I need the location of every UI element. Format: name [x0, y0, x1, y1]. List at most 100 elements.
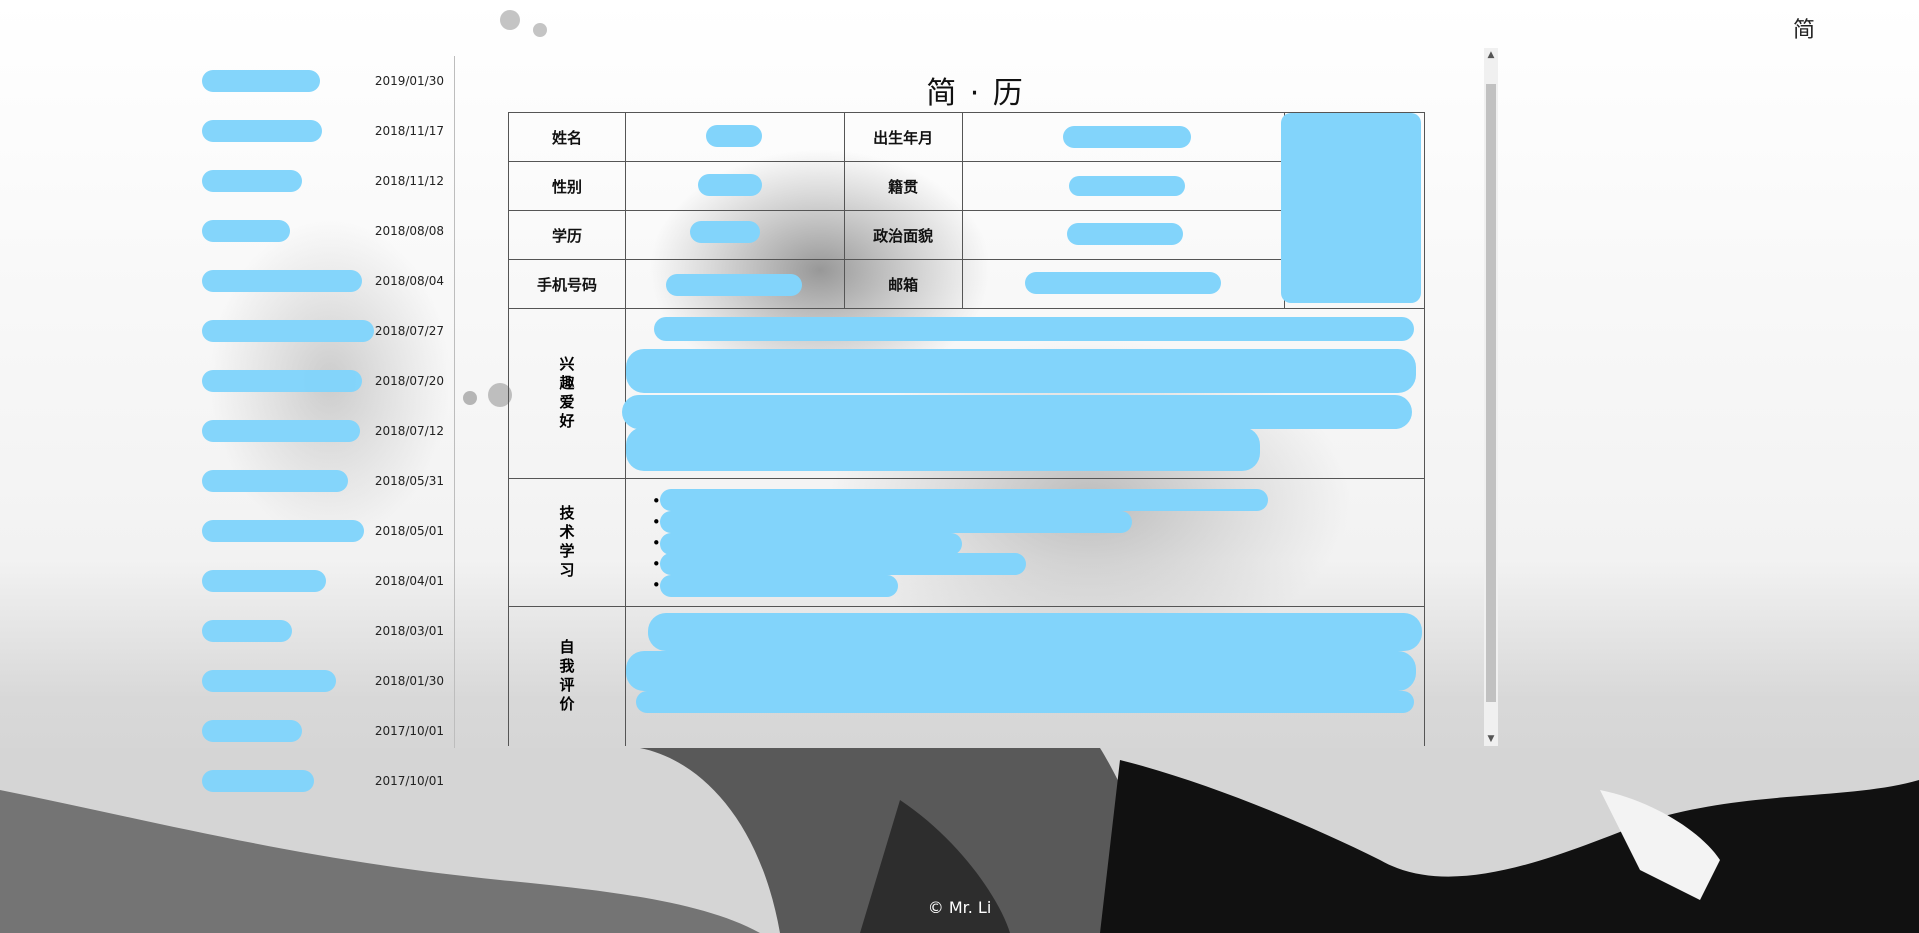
scrollbar-thumb[interactable]: [1486, 84, 1496, 702]
self-eval-label-cell: 自我评价: [508, 606, 626, 746]
entry-date: 2018/07/20: [374, 374, 444, 388]
email-value: [961, 259, 1286, 309]
redacted-value: [1024, 272, 1221, 294]
redacted-title: [202, 170, 302, 192]
entry-date: 2018/11/17: [374, 124, 444, 138]
redacted-title: [202, 420, 360, 442]
phone-label: 手机号码: [508, 259, 626, 309]
sidebar-entry[interactable]: 2018/01/30: [190, 656, 454, 706]
redacted-text: [647, 613, 1422, 651]
redacted-text: [635, 691, 1414, 713]
redacted-text: [659, 489, 1268, 511]
simplified-toggle[interactable]: 简: [1793, 12, 1815, 44]
redacted-title: [202, 270, 362, 292]
panel-scrollbar[interactable]: ▲ ▼: [1484, 48, 1498, 746]
redacted-title: [202, 220, 290, 242]
sidebar-entry[interactable]: 2018/11/12: [190, 156, 454, 206]
entry-date: 2018/07/12: [374, 424, 444, 438]
phone-value: [624, 259, 845, 309]
redacted-title: [202, 120, 322, 142]
redacted-value: [1066, 223, 1183, 245]
gender-label: 性别: [508, 161, 626, 211]
redacted-text: [659, 533, 962, 555]
redacted-title: [202, 570, 326, 592]
redacted-value: [697, 174, 762, 196]
political-status-label: 政治面貌: [843, 210, 963, 260]
redacted-text: [659, 553, 1026, 575]
redacted-value: [1068, 176, 1185, 196]
entry-date: 2018/08/04: [374, 274, 444, 288]
education-label: 学历: [508, 210, 626, 260]
sidebar-entry[interactable]: 2018/11/17: [190, 106, 454, 156]
redacted-text: [653, 317, 1414, 341]
sidebar-entry[interactable]: 2018/08/04: [190, 256, 454, 306]
entry-date: 2017/10/01: [374, 724, 444, 738]
tech-study-label: 技术学习: [557, 504, 576, 581]
self-eval-content: [624, 606, 1426, 746]
political-status-value: [961, 210, 1286, 260]
entry-date: 2018/11/12: [374, 174, 444, 188]
native-place-label: 籍贯: [843, 161, 963, 211]
tech-study-label-cell: 技术学习: [508, 478, 626, 607]
redacted-text: [621, 395, 1412, 429]
timeline-sidebar: 2019/01/30 2018/11/17 2018/11/12 2018/08…: [190, 56, 455, 792]
sidebar-entry[interactable]: 2018/05/31: [190, 456, 454, 506]
sidebar-entry[interactable]: 2017/10/01: [190, 756, 454, 806]
redacted-text: [659, 511, 1132, 533]
redacted-title: [202, 620, 292, 642]
education-value: [624, 210, 845, 260]
redacted-text: [625, 651, 1416, 691]
email-label: 邮箱: [843, 259, 963, 309]
native-place-value: [961, 161, 1286, 211]
redacted-photo: [1281, 113, 1422, 303]
redacted-value: [1062, 126, 1191, 148]
sidebar-entry[interactable]: 2017/10/01: [190, 706, 454, 756]
sidebar-entry[interactable]: 2018/08/08: [190, 206, 454, 256]
sidebar-entry[interactable]: 2018/05/01: [190, 506, 454, 556]
hobbies-label: 兴趣爱好: [557, 355, 576, 432]
redacted-title: [202, 70, 320, 92]
redacted-title: [202, 320, 374, 342]
hobbies-label-cell: 兴趣爱好: [508, 308, 626, 479]
entry-date: 2018/03/01: [374, 624, 444, 638]
birth-label: 出生年月: [843, 112, 963, 162]
entry-date: 2018/05/01: [374, 524, 444, 538]
hobbies-content: [621, 308, 1426, 479]
redacted-value: [689, 221, 760, 243]
redacted-text: [625, 427, 1260, 471]
redacted-value: [665, 274, 802, 296]
redacted-title: [202, 670, 336, 692]
sidebar-entry[interactable]: 2018/03/01: [190, 606, 454, 656]
name-label: 姓名: [508, 112, 626, 162]
sidebar-entry[interactable]: 2018/07/20: [190, 356, 454, 406]
footer-copyright: © Mr. Li: [927, 898, 992, 917]
redacted-title: [202, 470, 348, 492]
photo-cell: [1281, 112, 1425, 309]
entry-date: 2018/07/27: [374, 324, 444, 338]
redacted-title: [202, 370, 362, 392]
redacted-value: [705, 125, 762, 147]
entry-date: 2018/05/31: [374, 474, 444, 488]
scroll-up-arrow-icon[interactable]: ▲: [1484, 48, 1498, 62]
entry-date: 2017/10/01: [374, 774, 444, 788]
sidebar-entry[interactable]: 2018/07/12: [190, 406, 454, 456]
sidebar-entry[interactable]: 2018/07/27: [190, 306, 454, 356]
sidebar-entry[interactable]: 2018/04/01: [190, 556, 454, 606]
name-value: [624, 112, 845, 162]
resume-panel: 简 · 历 姓名 出生年月 性别 籍贯 学历 政治面貌 手机号码 邮箱 兴趣爱好…: [455, 48, 1496, 746]
redacted-title: [202, 720, 302, 742]
self-eval-label: 自我评价: [557, 638, 576, 715]
resume-title: 简 · 历: [926, 76, 1025, 111]
sidebar-entry[interactable]: 2019/01/30: [190, 56, 454, 106]
gender-value: [624, 161, 845, 211]
resume-table: 姓名 出生年月 性别 籍贯 学历 政治面貌 手机号码 邮箱 兴趣爱好 技术学习 …: [508, 112, 1426, 746]
tech-study-content: • • • • •: [624, 478, 1426, 607]
redacted-title: [202, 520, 364, 542]
scroll-down-arrow-icon[interactable]: ▼: [1484, 732, 1498, 746]
redacted-text: [659, 575, 898, 597]
entry-date: 2018/01/30: [374, 674, 444, 688]
redacted-title: [202, 770, 314, 792]
entry-date: 2019/01/30: [374, 74, 444, 88]
birth-value: [961, 112, 1286, 162]
entry-date: 2018/08/08: [374, 224, 444, 238]
